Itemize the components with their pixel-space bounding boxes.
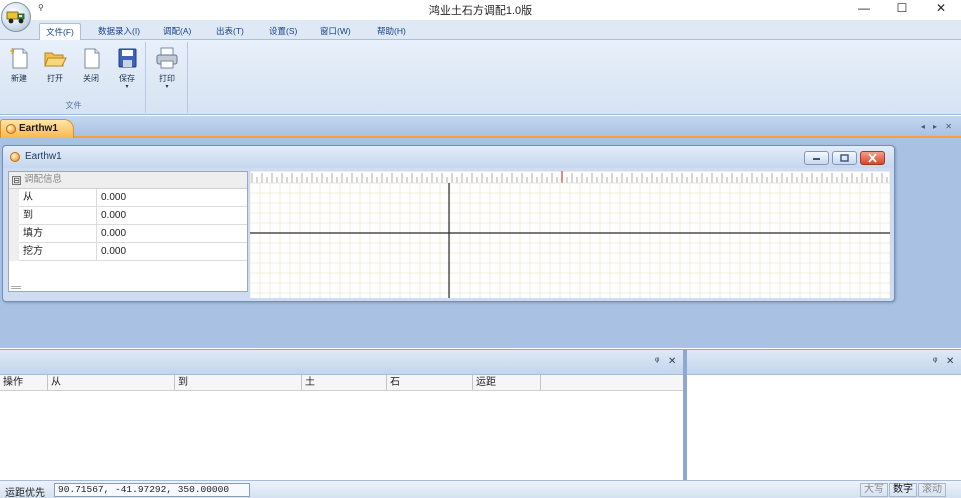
scroll-lock-indicator: 滚动 (918, 483, 946, 497)
child-window-title: Earthw1 (25, 151, 62, 162)
minimize-icon (813, 158, 820, 160)
print-button[interactable]: 打印 ▾ (153, 46, 181, 94)
window-title: 鸿业土石方调配1.0版 (428, 5, 533, 17)
pin-icon[interactable]: ᵠ (655, 356, 659, 367)
document-tab-label: Earthw1 (19, 123, 58, 134)
property-value[interactable]: 0.000 (97, 243, 247, 260)
property-row[interactable]: 挖方 0.000 (19, 243, 247, 261)
print-label: 打印 (159, 74, 175, 83)
new-label: 新建 (11, 74, 27, 83)
restore-icon (840, 154, 849, 162)
ruler (249, 170, 891, 184)
maximize-button[interactable]: ☐ (882, 0, 922, 18)
document-area: Earthw1 ◂ ▸ ✕ Earthw1 ⊟ 调配信息 从 0.000 到 0… (0, 116, 961, 348)
allocation-list-panel: ᵠ ✕ 操作 从 到 土 石 运距 (0, 349, 683, 480)
resize-grip[interactable] (11, 286, 21, 289)
property-value[interactable]: 0.000 (97, 207, 247, 224)
column-operation[interactable]: 操作 (0, 375, 48, 390)
floppy-disk-icon (118, 48, 137, 68)
document-tab-earthw1[interactable]: Earthw1 (0, 119, 74, 138)
tab-data-entry[interactable]: 数据录入(I) (92, 23, 146, 40)
allocation-panel-header: ᵠ ✕ (0, 350, 683, 375)
title-bar: ⚲ 鸿业土石方调配1.0版 — ☐ ✕ (0, 0, 961, 20)
save-label: 保存 (119, 74, 135, 83)
child-close-button[interactable] (860, 151, 885, 165)
column-to[interactable]: 到 (175, 375, 302, 390)
child-window-icon (10, 152, 20, 162)
open-folder-icon (44, 52, 67, 67)
tab-settings[interactable]: 设置(S) (263, 23, 303, 40)
property-key: 到 (19, 207, 97, 224)
property-key: 挖方 (19, 243, 97, 260)
new-document-icon (9, 47, 28, 69)
document-tab-strip: Earthw1 ◂ ▸ ✕ (0, 116, 961, 138)
property-value[interactable]: 0.000 (97, 189, 247, 206)
property-key: 从 (19, 189, 97, 206)
property-value[interactable]: 0.000 (97, 225, 247, 242)
tab-window[interactable]: 窗口(W) (314, 23, 357, 40)
side-panel-header: ᵠ ✕ (687, 350, 961, 375)
child-window-titlebar[interactable]: Earthw1 (3, 146, 894, 168)
save-button[interactable]: 保存 ▾ (113, 46, 141, 94)
num-lock-indicator: 数字 (889, 483, 917, 497)
child-minimize-button[interactable] (804, 151, 829, 165)
profile-grid (249, 170, 891, 298)
ribbon-panel: 新建 打开 关闭 保存 ▾ 文件 打印 ▾ (0, 40, 961, 115)
blank-document-icon (84, 48, 100, 69)
save-dropdown-icon[interactable]: ▾ (113, 84, 141, 90)
printer-icon (156, 47, 178, 69)
panel-close-icon[interactable]: ✕ (946, 356, 954, 367)
pin-icon[interactable]: ᵠ (933, 356, 937, 367)
status-mode-label: 运距优先 (5, 488, 45, 498)
property-row[interactable]: 从 0.000 (19, 189, 247, 207)
open-button[interactable]: 打开 (41, 46, 69, 94)
property-category[interactable]: ⊟ 调配信息 (9, 172, 247, 189)
print-group: 打印 ▾ (147, 42, 188, 113)
close-label: 关闭 (83, 74, 99, 83)
property-row[interactable]: 到 0.000 (19, 207, 247, 225)
property-row[interactable]: 填方 0.000 (19, 225, 247, 243)
profile-canvas[interactable] (249, 170, 891, 298)
column-from[interactable]: 从 (48, 375, 175, 390)
allocation-table-header: 操作 从 到 土 石 运距 (0, 375, 683, 391)
close-icon (868, 153, 877, 163)
application-menu-button[interactable] (1, 2, 31, 32)
column-rock[interactable]: 石 (387, 375, 473, 390)
open-label: 打开 (47, 74, 63, 83)
status-bar: 运距优先 90.71567, -41.97292, 350.00000 大写 数… (0, 480, 961, 498)
column-earth[interactable]: 土 (302, 375, 387, 390)
property-grid-gutter (9, 189, 19, 261)
print-dropdown-icon[interactable]: ▾ (153, 84, 181, 90)
dump-truck-icon (6, 11, 25, 24)
collapse-icon[interactable]: ⊟ (12, 176, 21, 185)
coordinate-readout: 90.71567, -41.97292, 350.00000 (54, 483, 250, 497)
tab-navigation-controls[interactable]: ◂ ▸ ✕ (921, 122, 955, 131)
file-group-label: 文件 (65, 101, 82, 110)
side-panel: ᵠ ✕ (687, 349, 961, 480)
tab-help[interactable]: 帮助(H) (371, 23, 412, 40)
property-key: 填方 (19, 225, 97, 242)
tab-output-table[interactable]: 出表(T) (210, 23, 250, 40)
new-button[interactable]: 新建 (5, 46, 33, 94)
close-button[interactable]: ✕ (921, 0, 961, 18)
tab-file[interactable]: 文件(F) (39, 23, 81, 41)
close-document-button[interactable]: 关闭 (77, 46, 105, 94)
minimize-button[interactable]: — (844, 0, 884, 18)
document-icon (6, 124, 16, 134)
ribbon-tab-bar: 文件(F) 数据录入(I) 调配(A) 出表(T) 设置(S) 窗口(W) 帮助… (0, 20, 961, 41)
child-restore-button[interactable] (832, 151, 857, 165)
column-haul-distance[interactable]: 运距 (473, 375, 541, 390)
property-category-label: 调配信息 (24, 174, 63, 185)
child-window: Earthw1 ⊟ 调配信息 从 0.000 到 0.000 填方 0.000 … (2, 145, 895, 302)
caps-lock-indicator: 大写 (860, 483, 888, 497)
property-grid: ⊟ 调配信息 从 0.000 到 0.000 填方 0.000 挖方 0.000 (8, 171, 248, 292)
file-group: 新建 打开 关闭 保存 ▾ 文件 (2, 42, 146, 113)
tab-allocate[interactable]: 调配(A) (157, 23, 197, 40)
panel-close-icon[interactable]: ✕ (668, 356, 676, 367)
